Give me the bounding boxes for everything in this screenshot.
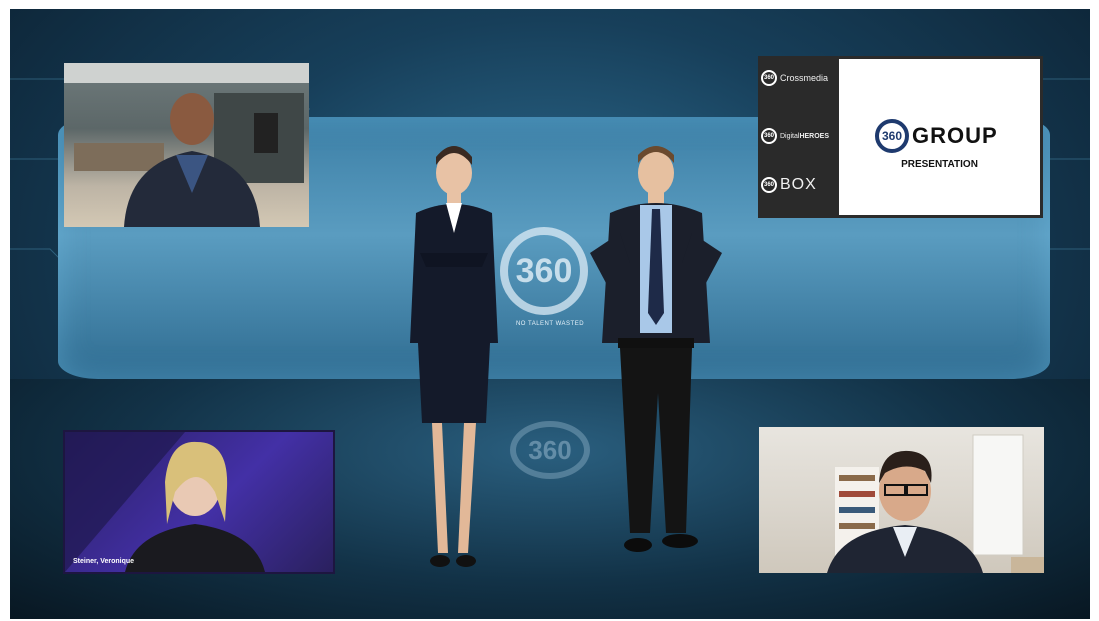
avatar-woman-figure — [410, 146, 498, 567]
group-presentation-panel: 360 GROUP PRESENTATION — [839, 59, 1040, 215]
brand-label-digital: Digital — [780, 132, 800, 140]
brand-item-digital-heroes: 360 Digital HEROES — [761, 128, 829, 144]
avatar-woman — [398, 143, 510, 575]
participant-video-frame — [64, 63, 309, 227]
brand-item-crossmedia: 360 Crossmedia — [761, 70, 828, 86]
participant-video-frame — [827, 434, 1044, 573]
participant-video-frame — [65, 432, 265, 572]
branding-presentation-tile[interactable]: 360 Crossmedia 360 Digital HEROES 360 BOX… — [758, 56, 1043, 218]
brand-item-box: 360 BOX — [761, 176, 817, 194]
avatar-man — [560, 143, 740, 575]
digital-heroes-logo-icon: 360 — [761, 128, 777, 144]
group-360-logo-icon: 360 — [875, 119, 909, 153]
box-logo-icon: 360 — [761, 177, 777, 193]
participant-name-label: Steiner, Veronique — [73, 558, 135, 565]
brand-label-crossmedia: Crossmedia — [780, 73, 829, 83]
brand-list: 360 Crossmedia 360 Digital HEROES 360 BOX — [758, 56, 838, 218]
group-logo: 360 GROUP — [875, 119, 998, 153]
presentation-title: PRESENTATION — [901, 159, 978, 170]
brand-label-box: BOX — [780, 176, 817, 193]
brand-label-heroes: HEROES — [799, 132, 830, 140]
participant-video-tile-bottom-right[interactable] — [759, 427, 1044, 573]
group-wordmark: GROUP — [912, 123, 998, 148]
avatar-man-figure — [590, 146, 722, 552]
crossmedia-logo-icon: 360 — [761, 70, 777, 86]
participant-video-tile-top-left[interactable] — [64, 63, 309, 227]
participant-video-tile-bottom-left[interactable]: Steiner, Veronique — [63, 430, 335, 574]
